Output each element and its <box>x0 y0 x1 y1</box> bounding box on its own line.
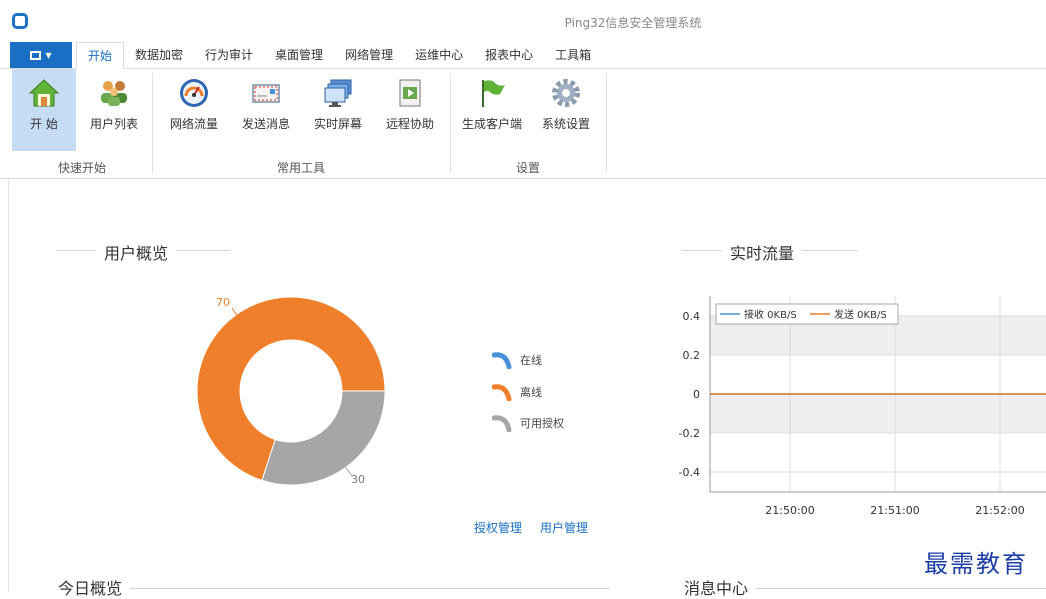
y-tick-label: 0.4 <box>683 310 701 323</box>
x-tick-label: 21:50:00 <box>765 504 814 517</box>
user-management-link[interactable]: 用户管理 <box>540 519 588 536</box>
x-tick-label: 21:51:00 <box>870 504 919 517</box>
license-management-link[interactable]: 授权管理 <box>474 519 522 536</box>
data-label-available: 30 <box>351 473 365 486</box>
today-overview-title: 今日概览 <box>50 575 131 599</box>
menu-bar: ▾ 开始 数据加密 行为审计 桌面管理 网络管理 运维中心 报表中心 工具箱 <box>0 42 1046 69</box>
group-separator <box>152 73 153 173</box>
tab-data-encryption[interactable]: 数据加密 <box>124 42 194 68</box>
content-border <box>8 178 9 592</box>
user-overview-title: 用户概览 <box>96 240 177 264</box>
speedometer-icon <box>180 79 208 107</box>
tab-behavior-audit[interactable]: 行为审计 <box>194 42 264 68</box>
chevron-down-icon: ▾ <box>45 48 52 62</box>
message-center-title: 消息中心 <box>676 575 757 599</box>
grid-band <box>710 394 1046 433</box>
application-menu-button[interactable]: ▾ <box>10 42 72 68</box>
flag-icon <box>482 80 505 107</box>
user-donut-chart: 70 30 <box>196 296 386 486</box>
watermark-text: 最需教育 <box>924 550 1028 578</box>
home-icon <box>28 79 60 107</box>
legend-swatch-online-icon <box>492 352 512 369</box>
legend-online[interactable]: 在线 <box>492 351 542 369</box>
ribbon-panel: 开 始 用户列表 网络流量 发送消息 实时屏幕 远程协助 生成客户端 系统设置 … <box>0 69 1046 179</box>
realtime-traffic-title: 实时流量 <box>722 240 803 264</box>
y-tick-label: -0.2 <box>679 427 700 440</box>
chart-legend: 接收 0KB/S 发送 0KB/S <box>715 303 899 325</box>
envelope-icon <box>252 84 280 103</box>
group-separator <box>606 73 607 173</box>
start-button[interactable]: 开 始 <box>12 69 76 151</box>
legend-receive: 接收 0KB/S <box>744 308 797 321</box>
ribbon-tabs: 开始 数据加密 行为审计 桌面管理 网络管理 运维中心 报表中心 工具箱 <box>76 42 602 69</box>
tab-start[interactable]: 开始 <box>76 42 125 69</box>
monitor-icon <box>324 79 352 107</box>
tab-desktop-management[interactable]: 桌面管理 <box>264 42 334 68</box>
gear-icon <box>552 79 580 107</box>
legend-swatch-offline-icon <box>492 384 512 401</box>
tab-operations-center[interactable]: 运维中心 <box>404 42 474 68</box>
tab-network-management[interactable]: 网络管理 <box>334 42 404 68</box>
section-rule <box>56 588 610 589</box>
group-label-quick-start: 快速开始 <box>57 161 106 175</box>
x-tick-label: 21:52:00 <box>975 504 1024 517</box>
tab-report-center[interactable]: 报表中心 <box>474 42 544 68</box>
y-tick-label: 0 <box>693 388 700 401</box>
legend-offline[interactable]: 离线 <box>492 383 542 401</box>
send-message-button[interactable]: 发送消息 <box>230 69 302 151</box>
y-tick-label: 0.2 <box>683 349 701 362</box>
legend-available-license[interactable]: 可用授权 <box>492 414 564 432</box>
users-icon <box>101 81 127 106</box>
legend-swatch-available-icon <box>492 415 512 432</box>
donut-slice-available[interactable] <box>261 390 386 486</box>
y-tick-label: -0.4 <box>679 466 700 479</box>
app-menu-icon <box>30 50 42 60</box>
title-bar: Ping32信息安全管理系统 <box>0 0 1046 42</box>
remote-assist-icon <box>399 79 421 107</box>
remote-assist-button[interactable]: 远程协助 <box>374 69 446 151</box>
network-traffic-button[interactable]: 网络流量 <box>158 69 230 151</box>
window-title: Ping32信息安全管理系统 <box>564 16 702 30</box>
group-label-common-tools: 常用工具 <box>276 161 325 175</box>
system-settings-button[interactable]: 系统设置 <box>530 69 602 151</box>
tab-toolbox[interactable]: 工具箱 <box>544 42 602 68</box>
generate-client-button[interactable]: 生成客户端 <box>456 69 528 151</box>
data-label-offline: 70 <box>216 296 230 309</box>
realtime-traffic-chart: 0.4 0.2 0 -0.2 -0.4 21:50:00 21:51:00 21:52:00… <box>679 296 1046 517</box>
legend-send: 发送 0KB/S <box>834 308 887 321</box>
realtime-screen-button[interactable]: 实时屏幕 <box>302 69 374 151</box>
user-list-button[interactable]: 用户列表 <box>78 69 150 151</box>
group-label-settings: 设置 <box>515 161 540 175</box>
group-separator <box>450 73 451 173</box>
